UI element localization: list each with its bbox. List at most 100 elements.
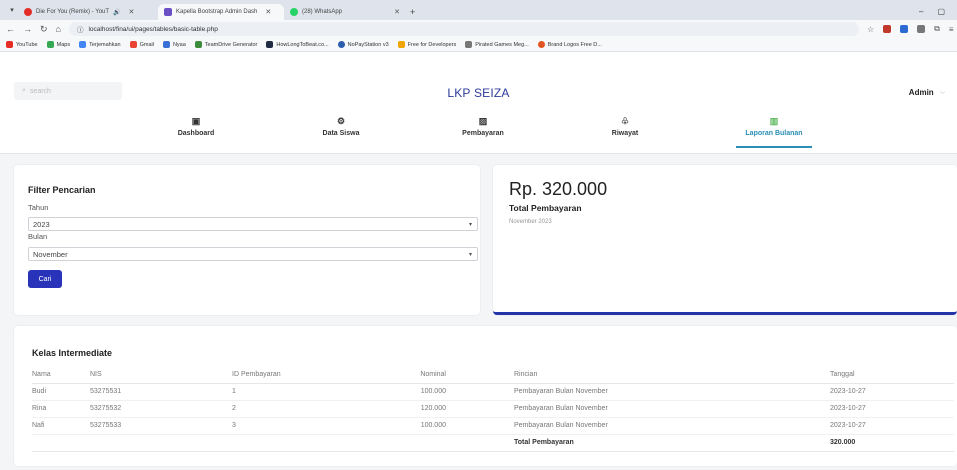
bookmark-translate[interactable]: Terjemahkan bbox=[79, 41, 121, 48]
table-row: Budi 53275531 1 100.000 Pembayaran Bulan… bbox=[32, 383, 954, 401]
browser-tab-whatsapp[interactable]: (28) WhatsApp ✕ bbox=[284, 4, 406, 20]
extension-icons: ☆ ⧉ ≡ bbox=[867, 24, 957, 34]
total-label: Total Pembayaran bbox=[509, 203, 582, 213]
column-header: Nama bbox=[32, 366, 90, 384]
tab-label: Die For You (Remix) - YouT bbox=[36, 9, 110, 15]
month-select[interactable]: November ▾ bbox=[28, 247, 478, 261]
bookmark-nopaystation[interactable]: NoPayStation v3 bbox=[337, 41, 389, 48]
puzzle-icon[interactable]: ⧉ bbox=[934, 24, 940, 34]
column-header: Tanggal bbox=[830, 366, 954, 384]
bookmark-teamdrive[interactable]: TeamDrive Generator bbox=[194, 41, 257, 48]
url-field[interactable]: ⓘ localhost/fina/ui/pages/tables/basic-t… bbox=[68, 22, 859, 36]
media-icon[interactable]: ≡ bbox=[949, 25, 954, 34]
total-period: November 2023 bbox=[509, 219, 552, 225]
column-header: NIS bbox=[90, 366, 232, 384]
free-dev-icon bbox=[397, 41, 405, 48]
forward-icon[interactable]: → bbox=[23, 24, 32, 34]
minimize-icon[interactable]: – bbox=[919, 7, 923, 16]
close-tab-icon[interactable]: ✕ bbox=[265, 8, 271, 16]
gmail-icon bbox=[129, 41, 137, 48]
nav-label: Data Siswa bbox=[322, 130, 360, 137]
bookmark-star-icon[interactable]: ☆ bbox=[867, 25, 874, 34]
translate-icon bbox=[79, 41, 87, 48]
payments-table-card: Kelas Intermediate Nama NIS ID Pembayara… bbox=[14, 326, 957, 466]
nav-label: Riwayat bbox=[611, 130, 639, 137]
table-total-row: Total Pembayaran 320.000 bbox=[32, 434, 954, 452]
table-row: Rina 53275532 2 120.000 Pembayaran Bulan… bbox=[32, 400, 954, 418]
address-bar-row: ← → ↻ ⌂ ⓘ localhost/fina/ui/pages/tables… bbox=[0, 20, 957, 38]
youtube-icon bbox=[6, 41, 13, 48]
close-tab-icon[interactable]: ✕ bbox=[394, 8, 400, 16]
brave-shield-icon[interactable] bbox=[883, 25, 892, 33]
empty-cell bbox=[372, 434, 514, 452]
nav-label: Laporan Bulanan bbox=[745, 130, 803, 137]
cell-nominal: 120.000 bbox=[372, 400, 514, 418]
column-header: Rincian bbox=[514, 366, 830, 384]
cell-nis: 53275531 bbox=[90, 383, 232, 401]
brand-logos-icon bbox=[537, 41, 545, 48]
bookmark-howlongtobeat[interactable]: HowLongToBeat.co... bbox=[266, 41, 329, 48]
tab-label: (28) WhatsApp bbox=[302, 9, 343, 15]
bookmark-free-for-developers[interactable]: Free for Developers bbox=[397, 41, 456, 48]
total-summary-card: Rp. 320.000 Total Pembayaran November 20… bbox=[493, 165, 957, 315]
window-controls: – ▢ bbox=[919, 7, 957, 16]
bookmark-brand-logos[interactable]: Brand Logos Free D... bbox=[537, 41, 602, 48]
home-icon[interactable]: ⌂ bbox=[56, 24, 61, 34]
maps-icon bbox=[46, 41, 54, 48]
bookmark-youtube[interactable]: YouTube bbox=[6, 41, 38, 48]
bookmark-maps[interactable]: Maps bbox=[46, 41, 70, 48]
column-header: ID Pembayaran bbox=[232, 366, 372, 384]
nav-pembayaran[interactable]: ▨ Pembayaran bbox=[443, 116, 523, 137]
tab-label: Kapella Bootstrap Admin Dash bbox=[176, 9, 258, 15]
browser-tab-youtube[interactable]: Die For You (Remix) - YouT 🔊 ✕ bbox=[18, 4, 158, 20]
month-label: Bulan bbox=[28, 232, 48, 241]
empty-cell bbox=[90, 434, 232, 452]
payments-table: Nama NIS ID Pembayaran Nominal Rincian T… bbox=[32, 366, 954, 452]
hltb-icon bbox=[266, 41, 274, 48]
nav-label: Pembayaran bbox=[462, 130, 504, 137]
browser-tab-kapella[interactable]: Kapella Bootstrap Admin Dash ✕ bbox=[158, 4, 284, 20]
cell-nominal: 100.000 bbox=[372, 383, 514, 401]
bookmark-pirated-games[interactable]: Pirated Games Meg... bbox=[465, 41, 529, 48]
cell-id: 2 bbox=[232, 400, 372, 418]
audio-icon: 🔊 bbox=[113, 9, 121, 16]
dropdown-caret-icon: ▾ bbox=[468, 221, 472, 228]
dropdown-caret-icon: ▾ bbox=[468, 251, 472, 258]
extension-icon[interactable] bbox=[917, 25, 926, 33]
back-icon[interactable]: ← bbox=[6, 24, 15, 34]
brand-title: LKP SEIZA bbox=[447, 86, 510, 100]
reload-icon[interactable]: ↻ bbox=[40, 24, 48, 35]
maximize-icon[interactable]: ▢ bbox=[937, 7, 945, 16]
filter-title: Filter Pencarian bbox=[28, 185, 96, 195]
chevron-down-icon: ⌵ bbox=[939, 88, 945, 96]
site-info-icon[interactable]: ⓘ bbox=[77, 24, 84, 34]
close-tab-icon[interactable]: ✕ bbox=[129, 8, 135, 16]
search-button[interactable]: Cari bbox=[28, 270, 62, 288]
year-select[interactable]: 2023 ▾ bbox=[28, 217, 478, 231]
nav-laporan-bulanan[interactable]: ▥ Laporan Bulanan bbox=[734, 116, 814, 148]
nav-riwayat[interactable]: ♧ Riwayat bbox=[585, 116, 665, 137]
main-nav: ▣ Dashboard ⚙ Data Siswa ▨ Pembayaran ♧ … bbox=[0, 110, 957, 154]
column-header: Nominal bbox=[372, 366, 514, 384]
cell-id: 1 bbox=[232, 383, 372, 401]
filter-card: Filter Pencarian Tahun 2023 ▾ Bulan Nove… bbox=[14, 165, 480, 315]
new-tab-icon[interactable]: + bbox=[410, 7, 415, 17]
nyaa-icon bbox=[162, 41, 170, 48]
empty-cell bbox=[232, 434, 372, 452]
cell-rincian: Pembayaran Bulan November bbox=[514, 383, 830, 401]
bookmark-gmail[interactable]: Gmail bbox=[129, 41, 154, 48]
cell-tanggal: 2023-10-27 bbox=[830, 383, 954, 401]
cell-nama: Nafi bbox=[32, 417, 90, 435]
whatsapp-icon bbox=[290, 8, 298, 16]
nav-data-siswa[interactable]: ⚙ Data Siswa bbox=[301, 116, 381, 137]
tab-list-chevron-icon[interactable]: ▾ bbox=[6, 3, 18, 17]
nopaystation-icon bbox=[337, 41, 345, 48]
nav-dashboard[interactable]: ▣ Dashboard bbox=[156, 116, 236, 137]
user-menu[interactable]: Admin ⌵ bbox=[909, 88, 945, 97]
month-value: November bbox=[33, 249, 68, 259]
cell-tanggal: 2023-10-27 bbox=[830, 400, 954, 418]
user-name: Admin bbox=[908, 88, 934, 97]
extension-icon[interactable] bbox=[900, 25, 909, 33]
bookmark-nyaa[interactable]: Nyaa bbox=[162, 41, 186, 48]
cell-id: 3 bbox=[232, 417, 372, 435]
